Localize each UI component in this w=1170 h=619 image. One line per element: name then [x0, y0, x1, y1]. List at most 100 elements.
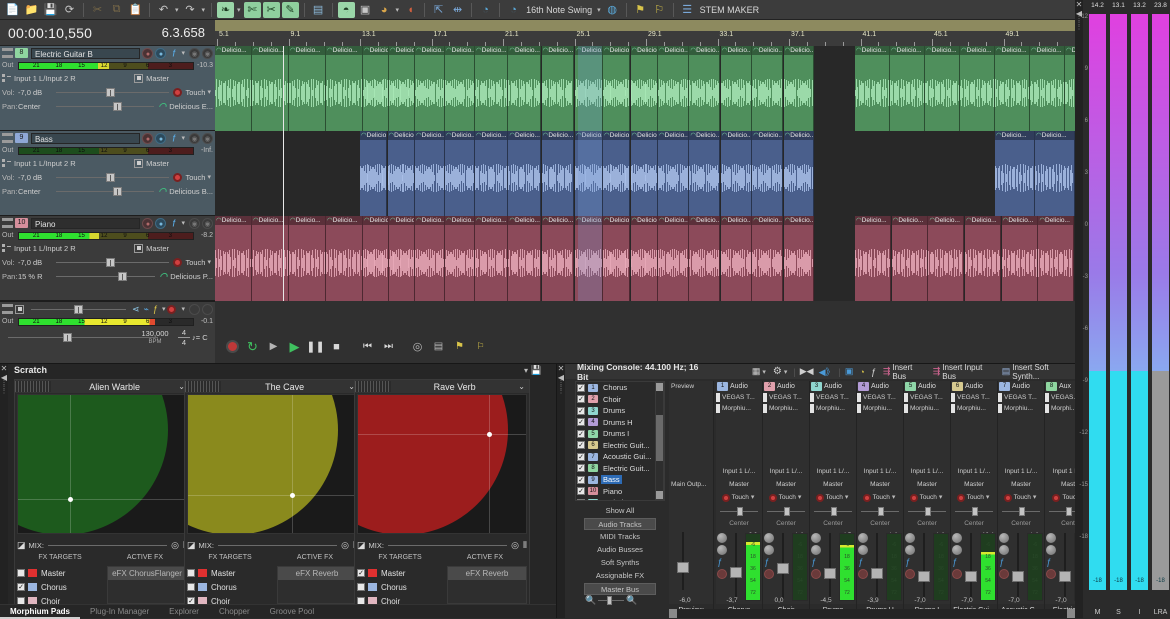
mixer-channel-7[interactable]: 7 Audio VEGAS T... Morphiu... Input 1 L/…	[998, 381, 1045, 617]
marker-add-icon[interactable]: ⚑	[632, 2, 649, 18]
audio-clip[interactable]: ◠Delicio...	[631, 131, 658, 216]
audio-clip[interactable]: ◠Delicio...	[1038, 216, 1074, 301]
channel-fx-slot-2[interactable]: Morphiu...	[951, 403, 997, 414]
mixer-channel-2[interactable]: 2 Audio VEGAS T... Morphiu... Input 1 L/…	[763, 381, 810, 617]
mixer-track-item[interactable]: ✓ 5 Drums I	[576, 428, 664, 440]
time-signature[interactable]: 4 4	[178, 328, 190, 347]
mixer-channel-6[interactable]: 6 Audio VEGAS T... Morphiu... Input 1 L/…	[951, 381, 998, 617]
fx-target-item[interactable]: ✓ Chorus	[17, 580, 103, 594]
active-fx-list[interactable]: eFX Reverb	[447, 566, 527, 604]
pan-value[interactable]: Center	[18, 187, 52, 196]
mixer-filter-show-all[interactable]: Show All	[584, 505, 656, 517]
audio-clip[interactable]: ◠Delicio...	[415, 131, 445, 216]
track-record-button[interactable]: ●	[142, 133, 153, 144]
audio-clip[interactable]: ◠Delicio...	[1030, 46, 1065, 131]
fader-handle[interactable]	[730, 567, 742, 578]
mixer-channel-1[interactable]: 1 Audio VEGAS T... Morphiu... Input 1 L/…	[716, 381, 763, 617]
channel-routing-label[interactable]: Master	[716, 479, 762, 490]
send-knob-icon[interactable]	[717, 545, 727, 555]
track-options-button[interactable]: ◉	[202, 48, 213, 59]
fx-chain-icon[interactable]: ƒ	[858, 557, 868, 567]
track-header-2[interactable]: 9 Bass ● ● ƒ ▾ ◉ ◉ Out 21181512963 -Inf.	[0, 131, 215, 216]
track-fx-dropdown-icon[interactable]: ▾	[181, 49, 185, 57]
pan-slider[interactable]	[56, 102, 154, 111]
channel-number[interactable]: 3	[811, 382, 822, 391]
track-routing-label[interactable]: Master	[146, 159, 169, 168]
cut-icon[interactable]: ✂	[89, 2, 106, 18]
input-icon[interactable]	[2, 159, 11, 168]
channel-routing-label[interactable]: Master	[904, 479, 950, 490]
channel-number[interactable]: 5	[905, 382, 916, 391]
target-icon[interactable]: ◎	[171, 540, 179, 551]
fader-handle[interactable]	[1059, 571, 1071, 582]
audio-clip[interactable]: ◠Delicio...	[752, 46, 783, 131]
audio-clip[interactable]: ◠Delicio...	[389, 216, 415, 301]
eq-knob-icon[interactable]	[952, 533, 962, 543]
audio-clip[interactable]: ◠Delicio...	[415, 46, 445, 131]
pan-slider[interactable]	[56, 272, 155, 281]
fx-enable-led[interactable]	[1045, 404, 1049, 413]
track-lane-3[interactable]: ◠Delicio... ◠Delicio... ◠Delicio... ◠Delici…	[215, 216, 1075, 301]
mono-icon[interactable]: ◀》	[819, 365, 835, 378]
bottom-tab-plug-in-manager[interactable]: Plug-In Manager	[80, 607, 159, 616]
automation-mode-icon[interactable]	[173, 258, 182, 267]
master-fader[interactable]	[31, 305, 126, 314]
zoom-in-icon[interactable]: 🔍	[626, 595, 637, 606]
active-fx-chip[interactable]: eFX Reverb	[278, 567, 356, 580]
eq-knob-icon[interactable]	[1046, 533, 1056, 543]
fx-enable-led[interactable]	[951, 404, 955, 413]
save-icon[interactable]: 💾	[42, 2, 59, 18]
fx-chain-icon[interactable]: ◠	[159, 271, 167, 282]
audio-clip[interactable]: ◠Delicio...	[445, 216, 475, 301]
pan-slider-thumb[interactable]	[831, 507, 837, 516]
pan-slider-thumb[interactable]	[925, 507, 931, 516]
track-input-label[interactable]: Input 1 L/Input 2 R	[14, 244, 76, 253]
fx-chain-icon[interactable]: ƒ	[764, 557, 774, 567]
insert-bus-label[interactable]: Insert Bus	[892, 363, 926, 381]
automation-mode-icon[interactable]	[816, 494, 824, 502]
scrollbar-thumb[interactable]	[656, 415, 663, 461]
insert-bus-icon[interactable]: ⇶	[883, 366, 891, 377]
timecode-display[interactable]: 00:00:10,550	[0, 25, 92, 41]
selection-range[interactable]	[578, 46, 602, 301]
channel-pan-slider[interactable]	[716, 505, 762, 518]
automation-dropdown-icon[interactable]: ▾	[751, 492, 755, 503]
fx-target-checkbox[interactable]	[17, 569, 25, 577]
channel-volume-fader[interactable]	[1012, 533, 1024, 601]
fx-enable-led[interactable]	[716, 404, 720, 413]
color-icon[interactable]: ◕	[376, 2, 393, 18]
channel-pan-slider[interactable]	[998, 505, 1044, 518]
track-header-1[interactable]: 8 Electric Guitar B ● ● ƒ ▾ ◉ ◉ Out 2118…	[0, 46, 215, 131]
marker-icon[interactable]: ⚑	[452, 339, 467, 354]
bottom-tab-morphium-pads[interactable]: Morphium Pads	[0, 605, 80, 619]
open-folder-icon[interactable]: 📁	[23, 2, 40, 18]
track-number[interactable]: 8	[15, 48, 28, 58]
track-solo-button[interactable]: ◉	[189, 133, 200, 144]
audio-clip[interactable]: ◠Delicio...	[289, 216, 326, 301]
track-solo-button[interactable]: ◉	[189, 218, 200, 229]
record-arm-icon[interactable]	[811, 569, 821, 579]
automation-mode-label[interactable]: Touch	[185, 88, 205, 97]
channel-fx-slot-1[interactable]: VEGAS T...	[763, 392, 809, 403]
channel-fx-slot-1[interactable]: VEGAS T...	[998, 392, 1044, 403]
curve-icon[interactable]: ◪	[357, 540, 366, 551]
fx-panel-menu-icon[interactable]: ▾	[524, 366, 528, 375]
automation-dropdown-icon[interactable]: ▾	[845, 492, 849, 503]
fader-handle[interactable]	[918, 571, 930, 582]
fx-target-item[interactable]: ✓ Master	[357, 566, 443, 580]
sliders-icon[interactable]: ⦀	[523, 540, 527, 551]
volume-slider[interactable]	[56, 173, 169, 182]
fx-chain-icon[interactable]: ƒ	[999, 557, 1009, 567]
master-box-icon[interactable]	[15, 305, 24, 314]
audio-clip[interactable]: ◠Delicio...	[1065, 46, 1075, 131]
master-mute-button[interactable]	[189, 304, 200, 315]
fx-xy-handle[interactable]	[290, 493, 295, 498]
audio-clip[interactable]: ◠Delicio...	[965, 216, 1001, 301]
channel-routing-label[interactable]: Master	[998, 479, 1044, 490]
automation-mode-label[interactable]: Touch	[185, 173, 205, 182]
mouse-mode-icon[interactable]: ⇱	[430, 2, 447, 18]
mixer-track-list[interactable]: ✓ 1 Chorus✓ 2 Choir✓ 3 Drums✓ 4 Drums H✓…	[575, 381, 665, 501]
track-mute-button[interactable]: ●	[155, 48, 166, 59]
mix-slider[interactable]	[388, 545, 507, 546]
gear-dropdown-icon[interactable]: ▾	[784, 368, 788, 376]
